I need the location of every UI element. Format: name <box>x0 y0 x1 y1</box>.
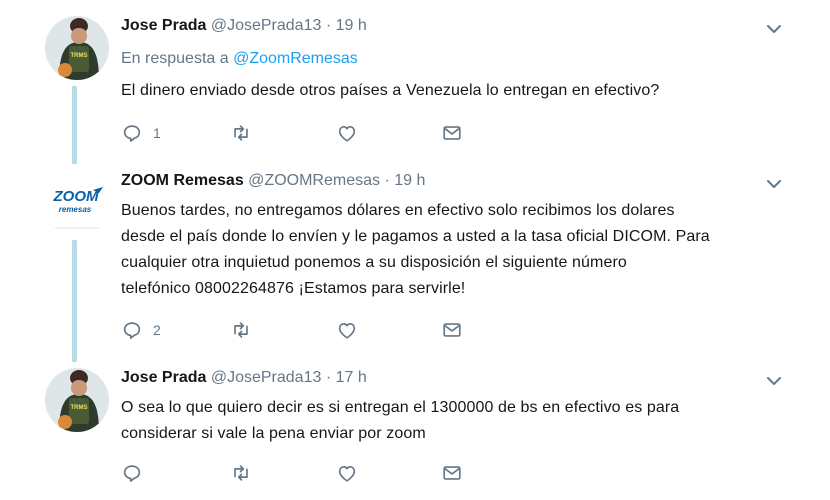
avatar[interactable] <box>45 368 109 432</box>
chevron-down-icon[interactable] <box>764 177 784 191</box>
retweet-icon <box>230 462 252 484</box>
like-button[interactable] <box>336 318 358 342</box>
timestamp[interactable]: 19 h <box>394 172 425 189</box>
reply-button[interactable]: 2 <box>121 318 161 342</box>
reply-count: 2 <box>153 322 161 338</box>
reply-icon <box>121 319 143 341</box>
display-name[interactable]: ZOOM Remesas <box>121 172 244 189</box>
tweet-actions: 2 <box>121 318 481 342</box>
reply-context: En respuesta a @ZoomRemesas <box>121 50 358 68</box>
reply-prefix: En respuesta a <box>121 50 229 67</box>
retweet-icon <box>230 319 252 341</box>
reply-button[interactable]: 1 <box>121 121 161 145</box>
text-line: desde el país donde lo envíen y le pagam… <box>121 228 710 245</box>
like-icon <box>336 319 358 341</box>
thread-line <box>72 240 77 362</box>
tweet-header: ZOOM Remesas @ZOOMRemesas · 19 h <box>121 172 425 190</box>
thread-line <box>72 86 77 164</box>
chevron-down-icon[interactable] <box>764 22 784 36</box>
retweet-icon <box>230 122 252 144</box>
chevron-down-icon[interactable] <box>764 374 784 388</box>
tweet-text: El dinero enviado desde otros países a V… <box>121 82 660 99</box>
text-line: telefónico 08002264876 ¡Estamos para ser… <box>121 280 466 297</box>
like-icon <box>336 122 358 144</box>
message-button[interactable] <box>441 318 463 342</box>
tweet-text: Buenos tardes, no entregamos dólares en … <box>121 198 791 302</box>
timestamp[interactable]: 17 h <box>336 369 367 386</box>
avatar[interactable]: ZOOM remesas <box>45 170 109 234</box>
like-button[interactable] <box>336 121 358 145</box>
message-button[interactable] <box>441 121 463 145</box>
message-icon <box>441 319 463 341</box>
message-icon <box>441 462 463 484</box>
reply-button[interactable] <box>121 461 153 485</box>
mention-link[interactable]: @ZoomRemesas <box>233 50 358 67</box>
timestamp[interactable]: 19 h <box>336 17 367 34</box>
tweet-text: O sea lo que quiero decir es si entregan… <box>121 395 791 447</box>
tweet-actions: 1 <box>121 121 481 145</box>
text-line: O sea lo que quiero decir es si entregan… <box>121 399 680 416</box>
separator-dot: · <box>325 17 332 34</box>
user-handle[interactable]: @ZOOMRemesas <box>248 172 380 189</box>
text-line: Buenos tardes, no entregamos dólares en … <box>121 202 675 219</box>
tweet-actions <box>121 461 481 485</box>
separator-dot: · <box>384 172 390 189</box>
zoom-logo-icon: ZOOM remesas <box>53 187 103 229</box>
retweet-button[interactable] <box>230 461 252 485</box>
reply-count: 1 <box>153 125 161 141</box>
reply-icon <box>121 462 143 484</box>
avatar[interactable] <box>45 16 109 80</box>
user-handle[interactable]: @JosePrada13 <box>211 369 322 386</box>
separator-dot: · <box>325 369 332 386</box>
user-handle[interactable]: @JosePrada13 <box>211 17 322 34</box>
retweet-button[interactable] <box>230 121 252 145</box>
tweet-header: Jose Prada @JosePrada13 · 19 h <box>121 17 367 35</box>
message-button[interactable] <box>441 461 463 485</box>
logo-text-bottom: remesas <box>59 205 92 214</box>
tweet-header: Jose Prada @JosePrada13 · 17 h <box>121 369 367 387</box>
text-line: considerar si vale la pena enviar por zo… <box>121 425 426 442</box>
text-line: cualquier otra inquietud ponemos a su di… <box>121 254 627 271</box>
like-button[interactable] <box>336 461 358 485</box>
logo-text-top: ZOOM <box>53 188 99 205</box>
retweet-button[interactable] <box>230 318 252 342</box>
display-name[interactable]: Jose Prada <box>121 369 206 386</box>
reply-icon <box>121 122 143 144</box>
display-name[interactable]: Jose Prada <box>121 17 206 34</box>
message-icon <box>441 122 463 144</box>
like-icon <box>336 462 358 484</box>
